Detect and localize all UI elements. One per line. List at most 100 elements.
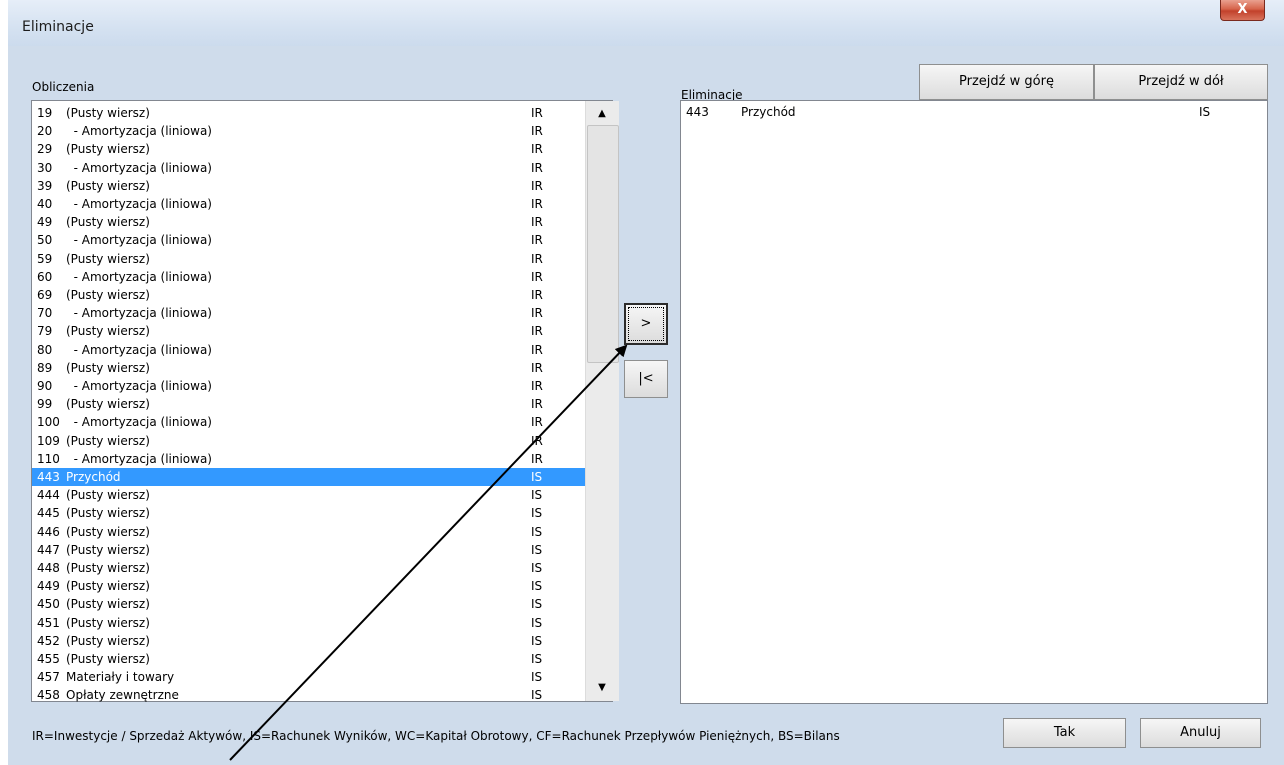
list-item[interactable]: 100 - Amortyzacja (liniowa) IR xyxy=(32,413,585,431)
list-item-number: 90 xyxy=(37,379,53,393)
list-item-category: IR xyxy=(531,306,543,321)
list-item-category: IR xyxy=(531,251,543,266)
list-item[interactable]: 40 - Amortyzacja (liniowa) IR xyxy=(32,195,585,213)
list-item[interactable]: 455 (Pusty wiersz) IS xyxy=(32,650,585,668)
list-item-number: 99 xyxy=(37,397,53,412)
move-down-label: Przejdź w dół xyxy=(1138,74,1224,89)
calculations-scrollbar[interactable]: ▲ ▼ xyxy=(585,101,619,701)
ok-button[interactable]: Tak xyxy=(1003,718,1126,748)
title-bar: Eliminacje X xyxy=(8,0,1284,46)
list-item-number: 89 xyxy=(37,360,53,375)
list-item[interactable]: 443 Przychód IS xyxy=(681,103,1234,121)
close-button[interactable]: X xyxy=(1220,0,1265,21)
list-item-name: (Pusty wiersz) xyxy=(66,288,150,302)
list-item[interactable]: 458 Opłaty zewnętrzne IS xyxy=(32,686,585,704)
list-item[interactable]: 448 (Pusty wiersz) IS xyxy=(32,559,585,577)
scroll-up-icon[interactable]: ▲ xyxy=(592,105,612,123)
list-item[interactable]: 443 Przychód IS xyxy=(32,468,585,486)
list-item-number: 79 xyxy=(37,324,53,339)
list-item[interactable]: 450 (Pusty wiersz) IS xyxy=(32,595,585,613)
add-to-eliminations-button[interactable]: > xyxy=(624,303,668,345)
scroll-down-icon[interactable]: ▼ xyxy=(592,679,612,697)
list-item-name: (Pusty wiersz) xyxy=(66,579,150,594)
list-item[interactable]: 457 Materiały i towary IS xyxy=(32,668,585,686)
list-item-category: IR xyxy=(531,379,543,393)
list-item-category: IS xyxy=(531,542,543,557)
list-item[interactable]: 451 (Pusty wiersz) IS xyxy=(32,614,585,632)
list-item-category: IS xyxy=(531,597,543,612)
list-item[interactable]: 50 - Amortyzacja (liniowa) IR xyxy=(32,231,585,249)
remove-button-label: |< xyxy=(638,371,654,386)
list-item-category: IS xyxy=(531,615,543,630)
list-item[interactable]: 70 - Amortyzacja (liniowa) IR xyxy=(32,304,585,322)
list-item[interactable]: 99 (Pusty wiersz) IR xyxy=(32,395,585,413)
list-item-category: IR xyxy=(531,269,543,284)
list-item-number: 30 xyxy=(37,160,53,175)
list-item-number: 452 xyxy=(37,633,60,648)
move-up-button[interactable]: Przejdź w górę xyxy=(919,64,1094,100)
list-item-name: (Pusty wiersz) xyxy=(66,106,150,120)
list-item[interactable]: 447 (Pusty wiersz) IS xyxy=(32,541,585,559)
list-item-category: IR xyxy=(531,197,543,211)
list-item-number: 445 xyxy=(37,506,60,521)
list-item[interactable]: 69 (Pusty wiersz) IR xyxy=(32,286,585,304)
list-item-name: Przychód xyxy=(741,105,796,119)
list-item[interactable]: 110 - Amortyzacja (liniowa) IR xyxy=(32,450,585,468)
list-item-category: IS xyxy=(1199,105,1211,119)
list-item-number: 80 xyxy=(37,342,53,357)
list-item-number: 443 xyxy=(686,105,709,119)
list-item-category: IR xyxy=(531,433,543,448)
scroll-thumb[interactable] xyxy=(587,125,619,363)
move-down-button[interactable]: Przejdź w dół xyxy=(1094,64,1268,100)
list-item[interactable]: 29 (Pusty wiersz) IR xyxy=(32,140,585,158)
list-item-category: IR xyxy=(531,451,543,466)
list-item[interactable]: 109 (Pusty wiersz) IR xyxy=(32,432,585,450)
list-item[interactable]: 445 (Pusty wiersz) IS xyxy=(32,504,585,522)
remove-from-eliminations-button[interactable]: |< xyxy=(624,360,668,398)
list-item-number: 447 xyxy=(37,542,60,557)
list-item-name: Materiały i towary xyxy=(66,670,175,685)
list-item-category: IR xyxy=(531,397,543,412)
list-item-category: IS xyxy=(531,670,543,685)
list-item-name: (Pusty wiersz) xyxy=(66,142,150,157)
list-item[interactable]: 452 (Pusty wiersz) IS xyxy=(32,632,585,650)
list-item[interactable]: 90 - Amortyzacja (liniowa) IR xyxy=(32,377,585,395)
list-item-category: IS xyxy=(531,633,543,648)
list-item-name: - Amortyzacja (liniowa) xyxy=(66,233,212,248)
list-item-category: IR xyxy=(531,360,543,375)
list-item-number: 39 xyxy=(37,178,53,193)
list-item-name: - Amortyzacja (liniowa) xyxy=(66,160,212,175)
eliminations-list[interactable]: 443 Przychód IS xyxy=(680,100,1268,704)
list-item[interactable]: 49 (Pusty wiersz) IR xyxy=(32,213,585,231)
list-item-number: 100 xyxy=(37,415,60,430)
list-item[interactable]: 30 - Amortyzacja (liniowa) IR xyxy=(32,159,585,177)
list-item-name: (Pusty wiersz) xyxy=(66,324,150,339)
list-item[interactable]: 89 (Pusty wiersz) IR xyxy=(32,359,585,377)
list-item-number: 70 xyxy=(37,306,53,321)
list-item[interactable]: 59 (Pusty wiersz) IR xyxy=(32,250,585,268)
list-item-number: 455 xyxy=(37,652,60,666)
cancel-button[interactable]: Anuluj xyxy=(1140,718,1261,748)
list-item-name: (Pusty wiersz) xyxy=(66,178,150,193)
add-button-label: > xyxy=(640,316,652,331)
list-item[interactable]: 39 (Pusty wiersz) IR xyxy=(32,177,585,195)
list-item[interactable]: 444 (Pusty wiersz) IS xyxy=(32,486,585,504)
list-item[interactable]: 20 - Amortyzacja (liniowa) IR xyxy=(32,122,585,140)
list-item[interactable]: 19 (Pusty wiersz) IR xyxy=(32,104,585,122)
list-item-category: IS xyxy=(531,652,543,666)
list-item[interactable]: 80 - Amortyzacja (liniowa) IR xyxy=(32,341,585,359)
list-item-name: - Amortyzacja (liniowa) xyxy=(66,124,212,139)
ok-label: Tak xyxy=(1053,725,1076,740)
list-item[interactable]: 60 - Amortyzacja (liniowa) IR xyxy=(32,268,585,286)
list-item-category: IS xyxy=(531,488,543,503)
calculations-list[interactable]: 19 (Pusty wiersz) IR 20 - Amortyzacja (lini… xyxy=(31,100,619,704)
list-item-category: IS xyxy=(531,561,543,575)
list-item-number: 20 xyxy=(37,124,53,139)
list-item[interactable]: 446 (Pusty wiersz) IS xyxy=(32,523,585,541)
list-item-number: 451 xyxy=(37,615,60,630)
list-item[interactable]: 79 (Pusty wiersz) IR xyxy=(32,322,585,340)
list-item-category: IS xyxy=(531,506,543,521)
list-item[interactable]: 449 (Pusty wiersz) IS xyxy=(32,577,585,595)
list-item-category: IS xyxy=(531,470,543,484)
list-item-number: 19 xyxy=(37,106,53,120)
